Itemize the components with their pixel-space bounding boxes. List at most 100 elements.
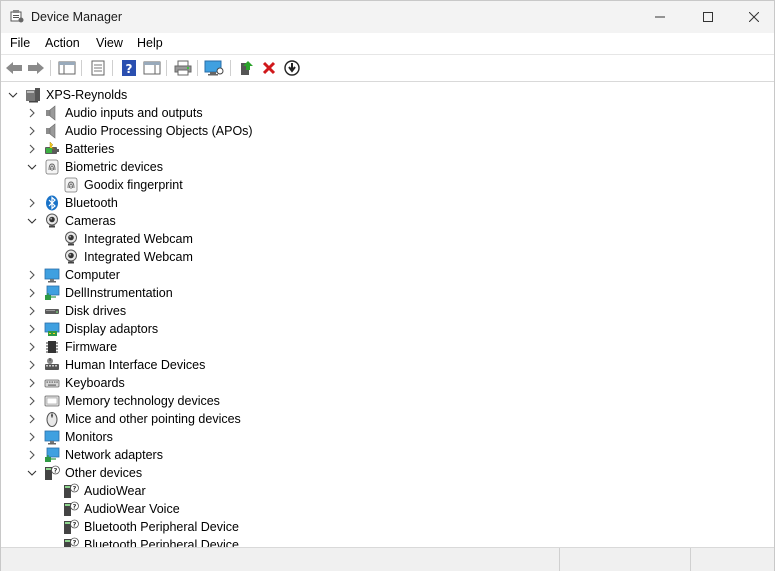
- expand-chevron-icon[interactable]: [26, 304, 38, 318]
- collapse-chevron-icon[interactable]: [26, 160, 38, 174]
- unknown-device-icon: ?: [44, 465, 60, 481]
- collapse-chevron-icon[interactable]: [26, 214, 38, 228]
- webcam-icon: [63, 249, 79, 265]
- properties-button[interactable]: [88, 58, 108, 78]
- close-button[interactable]: [731, 1, 775, 33]
- webcam-icon: [44, 213, 60, 229]
- show-hide-console-tree-button[interactable]: [57, 58, 77, 78]
- tree-category[interactable]: Human Interface Devices: [1, 356, 774, 374]
- disable-device-button[interactable]: [282, 58, 302, 78]
- tree-category[interactable]: Audio inputs and outputs: [1, 104, 774, 122]
- tree-category[interactable]: ? Other devices: [1, 464, 774, 482]
- expand-chevron-icon[interactable]: [26, 430, 38, 444]
- status-bar: [1, 547, 774, 571]
- expand-chevron-icon[interactable]: [26, 340, 38, 354]
- forward-arrow-icon: [28, 62, 44, 74]
- tree-category[interactable]: Audio Processing Objects (APOs): [1, 122, 774, 140]
- help-icon: ?: [122, 60, 136, 76]
- menu-bar: File Action View Help: [1, 33, 774, 54]
- help-button[interactable]: ?: [119, 58, 139, 78]
- expand-chevron-icon[interactable]: [26, 412, 38, 426]
- action-pane-button[interactable]: [142, 58, 162, 78]
- expand-chevron-icon[interactable]: [26, 376, 38, 390]
- forward-button[interactable]: [26, 58, 46, 78]
- expand-chevron-icon[interactable]: [26, 142, 38, 156]
- toolbar-separator: [81, 60, 82, 76]
- expand-chevron-icon[interactable]: [26, 124, 38, 138]
- tree-category[interactable]: Memory technology devices: [1, 392, 774, 410]
- tree-category[interactable]: Firmware: [1, 338, 774, 356]
- unknown-device-icon: ?: [63, 537, 79, 547]
- maximize-icon: [703, 12, 713, 22]
- tree-device[interactable]: Integrated Webcam: [1, 230, 774, 248]
- tree-item-label: Cameras: [65, 214, 116, 228]
- expand-chevron-icon[interactable]: [26, 358, 38, 372]
- maximize-button[interactable]: [685, 1, 731, 33]
- menu-help[interactable]: Help: [137, 36, 163, 50]
- uninstall-x-icon: [262, 61, 276, 75]
- tree-root[interactable]: XPS-Reynolds: [1, 86, 774, 104]
- scan-hardware-changes-button[interactable]: [204, 58, 224, 78]
- menu-file[interactable]: File: [10, 36, 30, 50]
- expand-chevron-icon[interactable]: [26, 268, 38, 282]
- tree-device[interactable]: Goodix fingerprint: [1, 176, 774, 194]
- tree-category[interactable]: Batteries: [1, 140, 774, 158]
- tree-category[interactable]: Keyboards: [1, 374, 774, 392]
- collapse-chevron-icon[interactable]: [7, 88, 19, 102]
- svg-text:?: ?: [54, 467, 58, 475]
- tree-device[interactable]: ? Bluetooth Peripheral Device: [1, 518, 774, 536]
- tree-category[interactable]: Bluetooth: [1, 194, 774, 212]
- minimize-button[interactable]: [637, 1, 683, 33]
- disable-device-icon: [284, 60, 300, 76]
- tree-category[interactable]: Disk drives: [1, 302, 774, 320]
- print-button[interactable]: [173, 58, 193, 78]
- uninstall-device-button[interactable]: [259, 58, 279, 78]
- toolbar-separator: [50, 60, 51, 76]
- tree-category[interactable]: Network adapters: [1, 446, 774, 464]
- tree-item-label: Disk drives: [65, 304, 127, 318]
- expand-chevron-icon[interactable]: [26, 448, 38, 462]
- device-tree[interactable]: XPS-Reynolds Audio inputs and outputs Audi…: [1, 85, 774, 547]
- expand-chevron-icon[interactable]: [26, 196, 38, 210]
- tree-device[interactable]: ? AudioWear Voice: [1, 500, 774, 518]
- tree-category[interactable]: Monitors: [1, 428, 774, 446]
- computer-icon: [25, 87, 41, 103]
- tree-device[interactable]: ? AudioWear: [1, 482, 774, 500]
- svg-text:?: ?: [126, 62, 133, 76]
- tree-device[interactable]: Integrated Webcam: [1, 248, 774, 266]
- menu-view[interactable]: View: [96, 36, 123, 50]
- tree-device[interactable]: ? Bluetooth Peripheral Device: [1, 536, 774, 547]
- menu-action[interactable]: Action: [45, 36, 80, 50]
- svg-text:?: ?: [73, 485, 77, 493]
- expand-chevron-icon[interactable]: [26, 322, 38, 336]
- tree-item-label: Integrated Webcam: [84, 232, 193, 246]
- window-title: Device Manager: [31, 10, 123, 24]
- tree-category[interactable]: Mice and other pointing devices: [1, 410, 774, 428]
- title-bar[interactable]: Device Manager: [1, 1, 774, 33]
- tree-category[interactable]: DellInstrumentation: [1, 284, 774, 302]
- expand-chevron-icon[interactable]: [26, 286, 38, 300]
- svg-text:?: ?: [73, 503, 77, 511]
- expand-chevron-icon[interactable]: [26, 106, 38, 120]
- expand-chevron-icon[interactable]: [26, 394, 38, 408]
- fingerprint-icon: [44, 159, 60, 175]
- svg-text:?: ?: [73, 539, 77, 547]
- collapse-chevron-icon[interactable]: [26, 466, 38, 480]
- tree-category[interactable]: Display adaptors: [1, 320, 774, 338]
- tree-category[interactable]: Biometric devices: [1, 158, 774, 176]
- back-button[interactable]: [4, 58, 24, 78]
- properties-icon: [91, 60, 105, 76]
- tree-category[interactable]: Computer: [1, 266, 774, 284]
- tree-item-label: Bluetooth Peripheral Device: [84, 520, 239, 534]
- back-arrow-icon: [6, 62, 22, 74]
- tree-item-label: Bluetooth: [65, 196, 118, 210]
- display-adapter-icon: [44, 321, 60, 337]
- tree-item-label: Display adaptors: [65, 322, 159, 336]
- tree-item-label: Audio Processing Objects (APOs): [65, 124, 253, 138]
- tree-item-label: Audio inputs and outputs: [65, 106, 203, 120]
- update-driver-button[interactable]: [236, 58, 256, 78]
- tree-item-label: Memory technology devices: [65, 394, 220, 408]
- tree-category[interactable]: Cameras: [1, 212, 774, 230]
- monitor-icon: [44, 267, 60, 283]
- tree-item-label: Biometric devices: [65, 160, 163, 174]
